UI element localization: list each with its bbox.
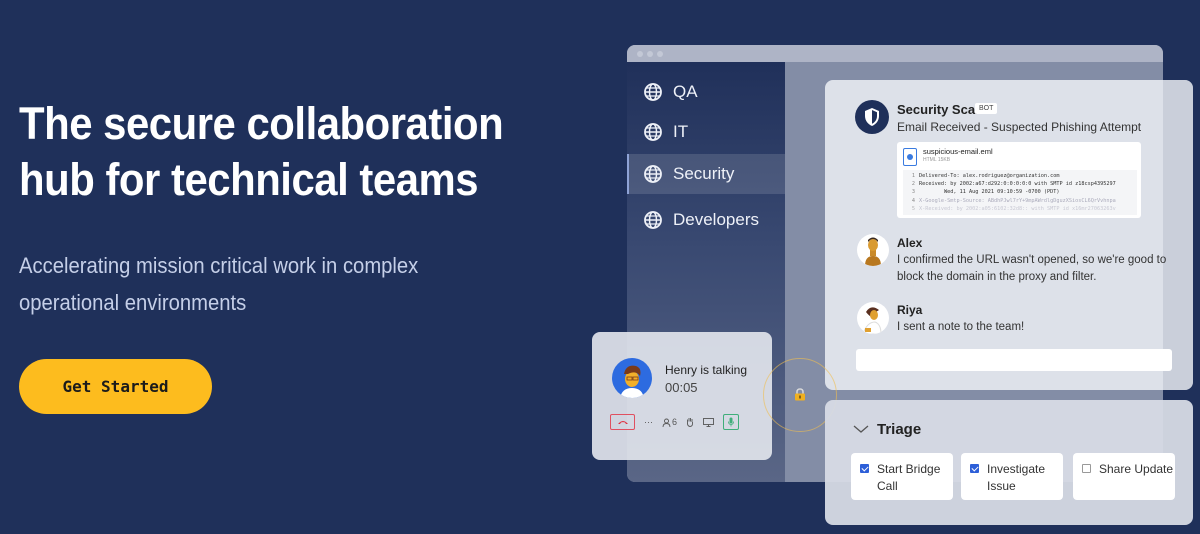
bot-badge: BOT xyxy=(975,103,998,114)
participant-count: 6 xyxy=(672,417,678,427)
code-line: 2 Received: by 2002:a67:d292:0:0:0:0:0 wi… xyxy=(903,180,1137,188)
line-number: 3 xyxy=(911,189,915,196)
globe-icon xyxy=(644,83,662,101)
task-checkbox[interactable] xyxy=(860,464,869,473)
sidebar-item-qa[interactable]: QA xyxy=(627,72,785,112)
task-checkbox[interactable] xyxy=(970,464,979,473)
email-attachment[interactable]: suspicious-email.eml HTML 15KB 1 Delivere… xyxy=(897,142,1141,218)
code-line: 3 Wed, 11 Aug 2021 09:10:59 -0700 (PDT) xyxy=(903,188,1137,196)
chevron-down-icon[interactable] xyxy=(853,425,869,434)
phone-hangup-icon xyxy=(617,421,628,424)
message-author: Riya xyxy=(897,303,923,317)
window-dot-minimize[interactable] xyxy=(647,50,653,57)
code-line: 1 Delivered-To: alex.rodriguez@organizati… xyxy=(903,172,1137,180)
call-status: Henry is talking xyxy=(665,363,748,377)
microphone-icon xyxy=(728,417,734,427)
line-text: X-Google-Smtp-Source: ABdhPJwl7rY+9mpAWr… xyxy=(919,197,1116,204)
participants-icon xyxy=(662,418,671,427)
call-controls: ··· 6 xyxy=(610,414,740,430)
triage-panel: Triage Start Bridge Call Investigate Iss… xyxy=(825,400,1193,525)
avatar-riya xyxy=(857,302,889,334)
call-duration: 00:05 xyxy=(665,380,698,395)
sidebar-item-label: Developers xyxy=(673,210,759,229)
hero-subtitle: Accelerating mission critical work in co… xyxy=(19,253,419,315)
line-text: X-Received: by 2002:a05:6102:32d8:: with… xyxy=(919,205,1116,212)
microphone-button[interactable] xyxy=(723,414,740,430)
bot-name: Security Scan xyxy=(897,102,983,117)
task-label: Investigate Issue xyxy=(987,462,1046,493)
hand-icon xyxy=(686,418,694,427)
code-preview: 1 Delivered-To: alex.rodriguez@organizati… xyxy=(903,170,1137,215)
attachment-name: suspicious-email.eml xyxy=(923,147,993,156)
triage-title: Triage xyxy=(877,421,922,438)
panel-shade xyxy=(1163,80,1193,390)
sidebar-item-it[interactable]: IT xyxy=(627,112,785,152)
line-number: 2 xyxy=(911,181,915,188)
code-line: 5 X-Received: by 2002:a05:6102:32d8:: wit… xyxy=(903,205,1137,213)
globe-icon xyxy=(644,165,662,183)
bot-avatar xyxy=(855,100,889,134)
task-investigate-issue[interactable]: Investigate Issue xyxy=(961,453,1063,500)
message-input[interactable] xyxy=(856,349,1172,371)
line-text: Delivered-To: alex.rodriguez@organizatio… xyxy=(919,173,1060,179)
window-titlebar xyxy=(627,45,1163,62)
message-author: Alex xyxy=(897,236,923,250)
task-label: Share Update xyxy=(1099,462,1174,476)
more-options-button[interactable]: ··· xyxy=(644,417,653,427)
bot-message: Email Received - Suspected Phishing Atte… xyxy=(897,120,1142,134)
participants-button[interactable]: 6 xyxy=(662,417,677,427)
sidebar-item-label: Security xyxy=(673,164,735,183)
task-checkbox[interactable] xyxy=(1082,464,1091,473)
raise-hand-button[interactable] xyxy=(686,417,694,427)
person-icon xyxy=(620,365,644,398)
chat-panel: Security Scan BOT Email Received - Suspe… xyxy=(825,80,1193,390)
more-icon: ··· xyxy=(644,417,653,427)
line-number: 5 xyxy=(911,205,915,212)
globe-icon xyxy=(644,211,662,229)
hero-title: The secure collaboration hub for technic… xyxy=(19,98,504,205)
line-text: Wed, 11 Aug 2021 09:10:59 -0700 (PDT) xyxy=(919,189,1060,196)
person-icon xyxy=(865,237,881,266)
line-number: 4 xyxy=(911,197,915,204)
window-dot-close[interactable] xyxy=(637,50,643,57)
hang-up-button[interactable] xyxy=(610,414,635,430)
sidebar-item-security[interactable]: Security xyxy=(627,154,785,194)
message-text: I confirmed the URL wasn't opened, so we… xyxy=(897,254,1167,283)
task-label: Start Bridge Call xyxy=(877,462,941,493)
task-start-bridge-call[interactable]: Start Bridge Call xyxy=(851,453,953,500)
sidebar-item-label: QA xyxy=(673,82,698,101)
avatar-alex xyxy=(857,234,889,266)
window-dot-maximize[interactable] xyxy=(657,50,663,57)
share-screen-button[interactable] xyxy=(703,417,714,427)
screen-icon xyxy=(703,417,714,427)
attachment-meta: HTML 15KB xyxy=(923,157,951,163)
triage-header[interactable]: Triage xyxy=(853,421,921,438)
task-share-update[interactable]: Share Update xyxy=(1073,453,1175,500)
lock-icon xyxy=(795,388,805,401)
person-icon xyxy=(862,307,882,334)
globe-icon xyxy=(644,123,662,141)
file-icon xyxy=(903,148,917,166)
sidebar-item-label: IT xyxy=(673,122,689,141)
call-card: Henry is talking 00:05 ··· 6 xyxy=(592,332,772,460)
line-number: 1 xyxy=(911,173,915,179)
avatar-henry xyxy=(612,358,652,398)
line-text: Received: by 2002:a67:d292:0:0:0:0:0 wit… xyxy=(919,181,1116,188)
message-text: I sent a note to the team! xyxy=(897,321,1025,333)
sidebar-item-developers[interactable]: Developers xyxy=(627,200,785,240)
code-line: 4 X-Google-Smtp-Source: ABdhPJwl7rY+9mpAW… xyxy=(903,197,1137,205)
shield-icon xyxy=(865,108,879,126)
get-started-button[interactable]: Get Started xyxy=(19,359,212,414)
